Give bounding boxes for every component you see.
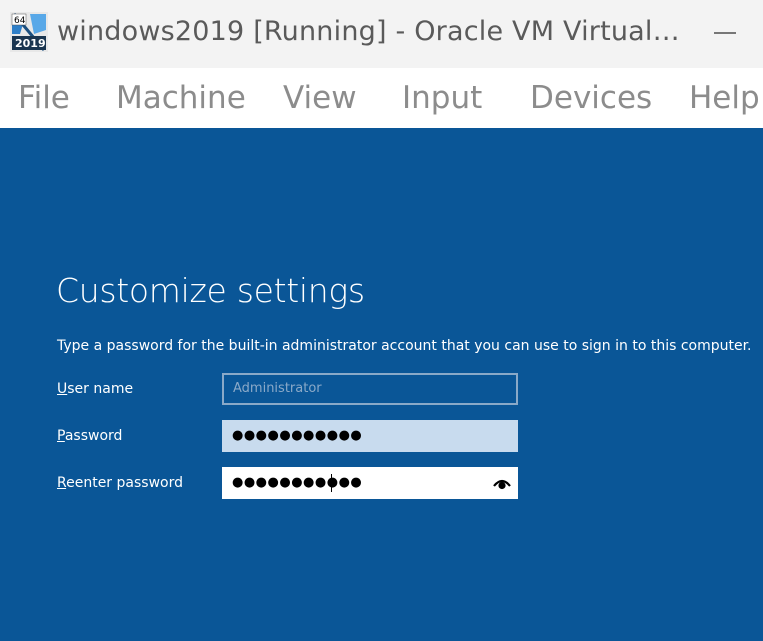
text-caret bbox=[331, 474, 332, 492]
menu-help[interactable]: Help bbox=[689, 80, 760, 116]
svg-text:64: 64 bbox=[14, 16, 26, 26]
reenter-password-input[interactable]: ●●●●●●●●●●● bbox=[222, 467, 518, 499]
vm-display[interactable]: Customize settings Type a password for t… bbox=[0, 128, 763, 641]
reenter-password-label: Reenter password bbox=[57, 475, 183, 491]
reenter-label-text: eenter password bbox=[66, 475, 183, 491]
username-label-text: ser name bbox=[67, 381, 134, 397]
password-input[interactable]: ●●●●●●●●●●● bbox=[222, 420, 518, 452]
menu-machine[interactable]: Machine bbox=[116, 80, 246, 116]
menu-input[interactable]: Input bbox=[402, 80, 482, 116]
username-label-accel: U bbox=[57, 381, 68, 397]
password-masked-value: ●●●●●●●●●●● bbox=[232, 428, 363, 443]
menu-devices[interactable]: Devices bbox=[530, 80, 652, 116]
setup-description: Type a password for the built-in adminis… bbox=[57, 338, 752, 354]
password-label-accel: P bbox=[57, 428, 65, 444]
menu-view[interactable]: View bbox=[283, 80, 357, 116]
page-title: Customize settings bbox=[56, 271, 365, 310]
username-placeholder: Administrator bbox=[233, 381, 322, 396]
password-label-text: assword bbox=[64, 428, 123, 444]
reenter-label-accel: R bbox=[57, 475, 67, 491]
username-input[interactable]: Administrator bbox=[222, 373, 518, 405]
password-label: Password bbox=[57, 428, 122, 444]
title-bar: 64 2019 windows2019 [Running] - Oracle V… bbox=[0, 0, 763, 68]
svg-text:2019: 2019 bbox=[15, 37, 46, 50]
window-title: windows2019 [Running] - Oracle VM Virtua… bbox=[57, 16, 680, 47]
username-label: User name bbox=[57, 381, 133, 397]
menu-bar: File Machine View Input Devices Help bbox=[0, 68, 763, 128]
eye-icon[interactable] bbox=[492, 473, 512, 493]
menu-file[interactable]: File bbox=[18, 80, 70, 116]
virtualbox-vm-icon: 64 2019 bbox=[10, 12, 48, 52]
reenter-masked-value: ●●●●●●●●●●● bbox=[232, 475, 363, 490]
minimize-icon[interactable] bbox=[708, 12, 742, 52]
